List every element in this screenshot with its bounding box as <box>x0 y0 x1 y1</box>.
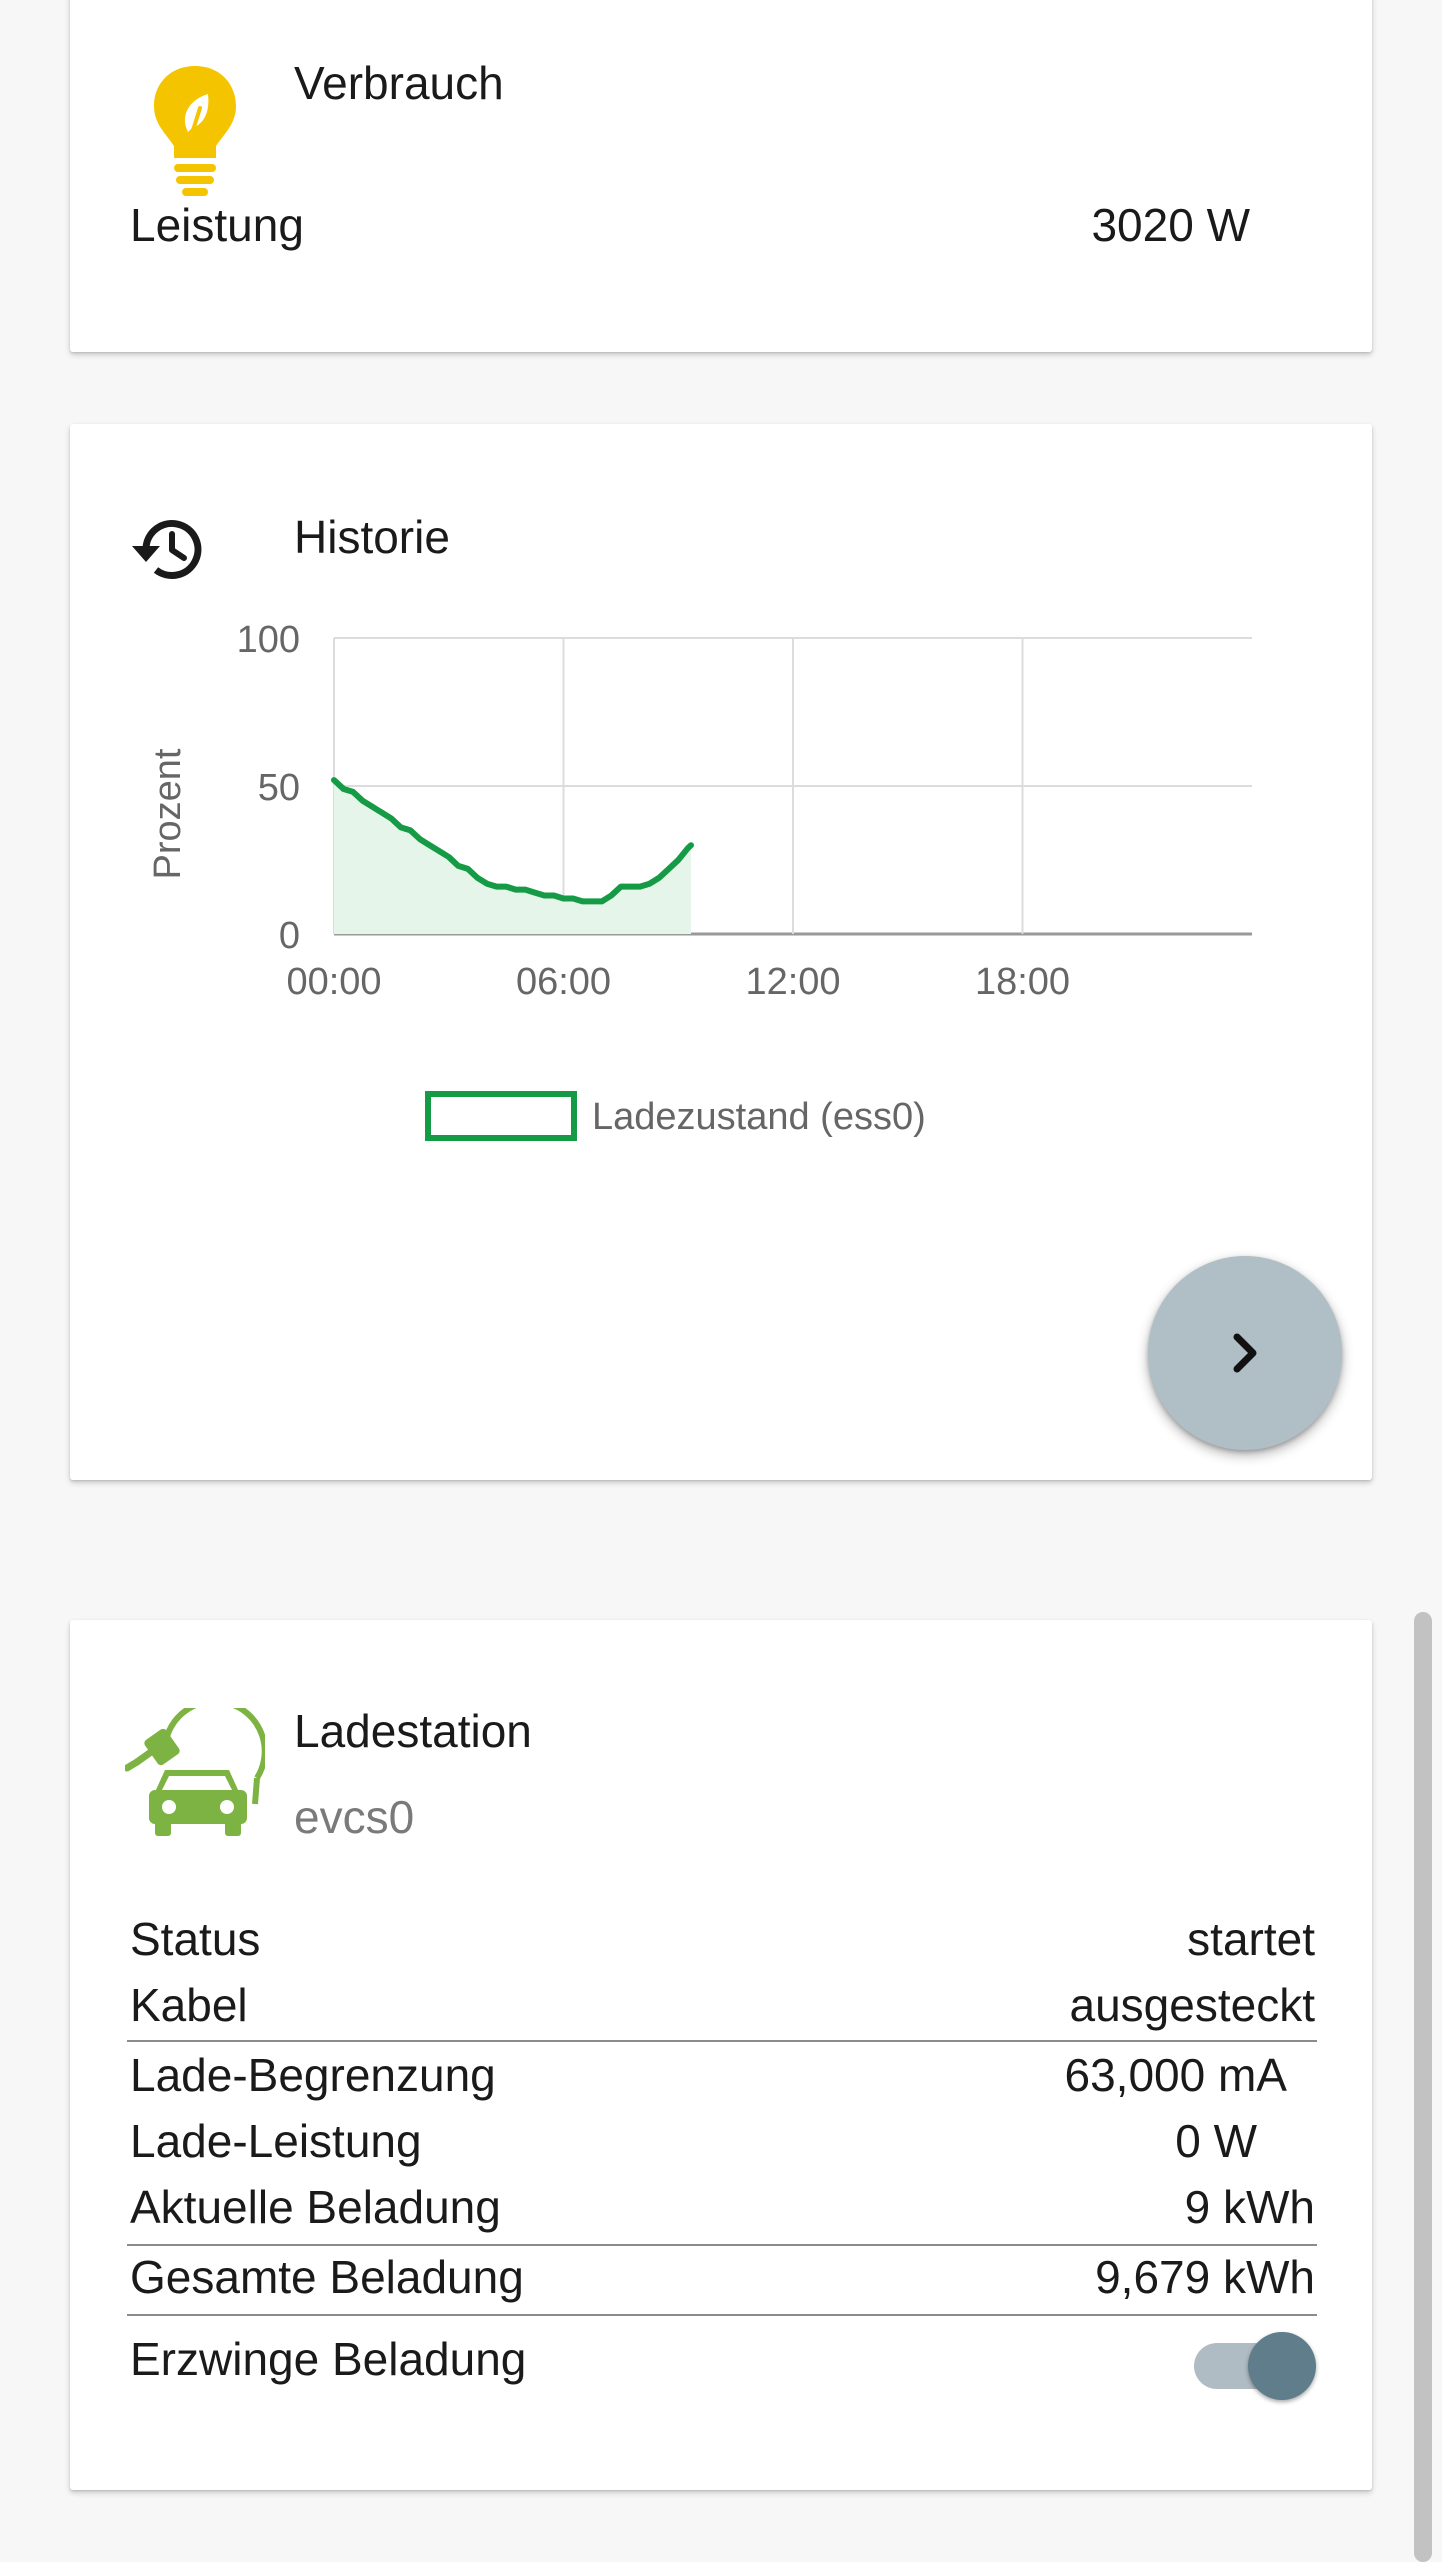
gesamte-beladung-value: 9,679 kWh <box>1095 2251 1315 2303</box>
chevron-right-icon <box>1233 1333 1257 1373</box>
historie-card: Historie 100 50 0 00:00 06:00 12:00 18:00 Proz… <box>70 424 1372 1480</box>
row-divider <box>127 2244 1317 2246</box>
lade-leistung-value: 0 W <box>1175 2115 1257 2167</box>
legend-label: Ladezustand (ess0) <box>592 1096 926 1138</box>
x-tick-label: 18:00 <box>975 961 1070 1003</box>
history-chart: 100 50 000:00 06:00 12:00 18:00 Prozent Ladez… <box>147 624 1252 1141</box>
y-tick-label: 0 <box>279 915 300 957</box>
aktuelle-beladung-value: 9 kWh <box>1184 2181 1315 2233</box>
lightbulb-leaf-icon <box>150 62 240 202</box>
lade-begrenzung-label: Lade-Begrenzung <box>130 2049 496 2101</box>
toggle-knob <box>1248 2332 1316 2400</box>
y-axis-label: Prozent <box>147 748 189 879</box>
card-title: Verbrauch <box>294 57 504 109</box>
legend: Ladezustand (ess0) <box>425 1091 926 1141</box>
verbrauch-card: Verbrauch Leistung 3020 W <box>70 0 1372 352</box>
ev-charging-car-icon <box>123 1698 268 1838</box>
ladestation-card: Ladestation evcs0 Status startet Kabel a… <box>70 1620 1372 2490</box>
x-tick-label: 12:00 <box>745 961 840 1003</box>
x-tick-label: 00:00 <box>286 961 381 1003</box>
history-icon <box>130 514 206 584</box>
scrollbar[interactable] <box>1414 1612 1432 2562</box>
force-charge-toggle[interactable] <box>1188 2330 1318 2402</box>
aktuelle-beladung-label: Aktuelle Beladung <box>130 2181 501 2233</box>
legend-swatch <box>425 1091 577 1141</box>
row-divider <box>127 2314 1317 2316</box>
leistung-value: 3020 W <box>1091 199 1250 251</box>
erzwinge-beladung-label: Erzwinge Beladung <box>130 2333 527 2385</box>
leistung-label: Leistung <box>130 199 304 251</box>
gesamte-beladung-label: Gesamte Beladung <box>130 2251 524 2303</box>
next-button[interactable] <box>1148 1256 1342 1450</box>
y-tick-label: 100 <box>237 624 300 661</box>
y-tick-label: 50 <box>258 767 300 809</box>
row-divider <box>127 2040 1317 2042</box>
lade-leistung-label: Lade-Leistung <box>130 2115 422 2167</box>
card-title: Ladestation <box>294 1705 532 1757</box>
status-label: Status <box>130 1913 261 1965</box>
x-tick-label: 06:00 <box>516 961 611 1003</box>
kabel-value: ausgesteckt <box>1069 1979 1315 2031</box>
series-area <box>334 780 691 934</box>
lade-begrenzung-value: 63,000 mA <box>1064 2049 1287 2101</box>
card-subtitle: evcs0 <box>294 1791 415 1843</box>
kabel-label: Kabel <box>130 1979 248 2031</box>
card-title: Historie <box>294 511 450 563</box>
status-value: startet <box>1187 1913 1315 1965</box>
